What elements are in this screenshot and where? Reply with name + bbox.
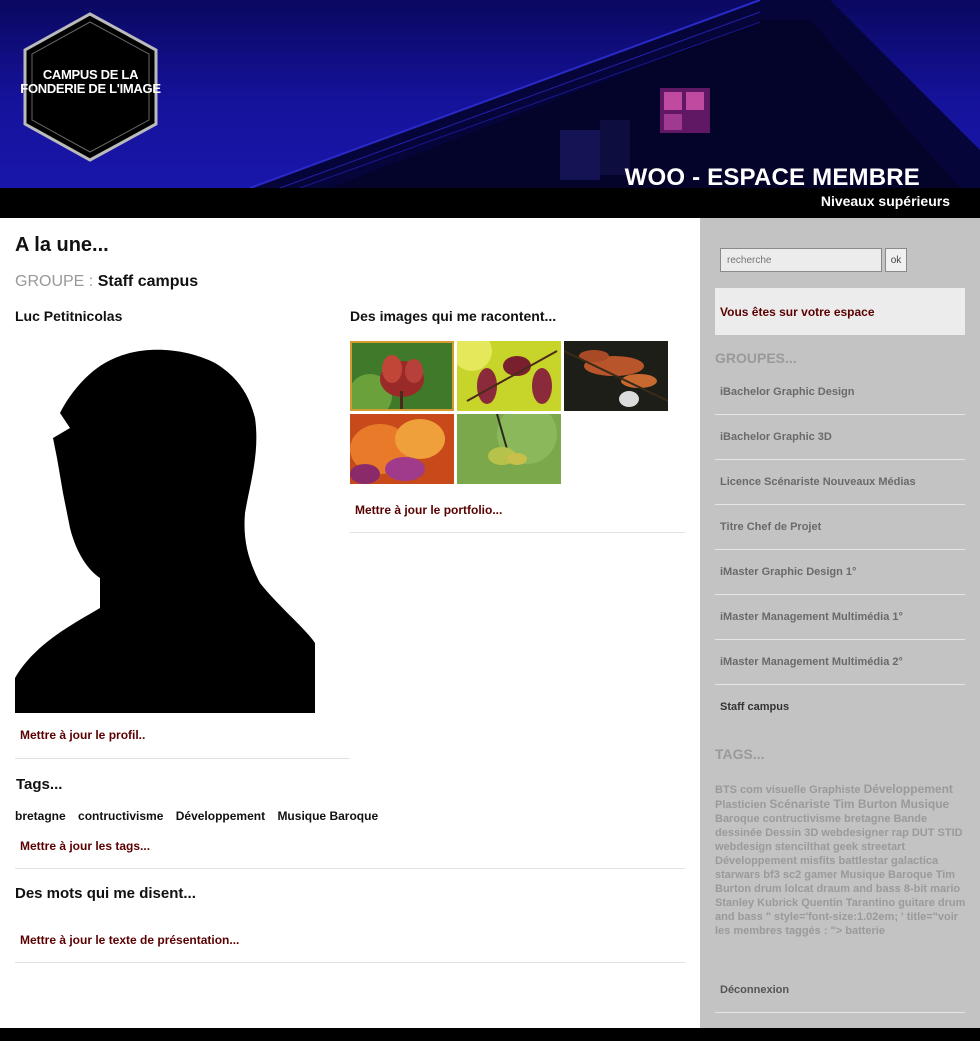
search-input[interactable] (720, 248, 882, 272)
tags-heading: TAGS... (715, 746, 765, 762)
separator (15, 962, 685, 963)
group-label: GROUPE : (15, 273, 94, 290)
separator (15, 758, 350, 759)
portfolio-thumb[interactable] (350, 414, 454, 484)
tag-cloud-segment[interactable]: Plasticien (715, 799, 766, 811)
groups-heading: GROUPES... (715, 350, 797, 366)
sidebar: ok Vous êtes sur votre espace GROUPES...… (700, 218, 980, 1028)
images-title: Des images qui me racontent... (350, 308, 557, 324)
tag-item[interactable]: bretagne (15, 809, 66, 823)
search-button[interactable]: ok (885, 248, 907, 272)
site-header: CAMPUS DE LA FONDERIE DE L'IMAGE WOO - E… (0, 0, 980, 218)
current-space-box: Vous êtes sur votre espace (715, 288, 965, 335)
group-item[interactable]: iMaster Management Multimédia 2° (715, 640, 965, 685)
group-value: Staff campus (97, 273, 199, 290)
group-item-label: iMaster Graphic Design 1° (720, 566, 857, 578)
footer-bar (0, 1028, 980, 1041)
tag-item[interactable]: Développement (176, 809, 265, 823)
group-item-label: iBachelor Graphic Design (720, 386, 855, 398)
group-item-label: Titre Chef de Projet (720, 521, 822, 533)
portfolio-thumb[interactable] (457, 341, 561, 411)
group-item-label: Staff campus (720, 701, 790, 713)
separator (15, 868, 685, 869)
update-portfolio-link[interactable]: Mettre à jour le portfolio... (355, 503, 502, 517)
separator (350, 532, 685, 533)
update-profile-link[interactable]: Mettre à jour le profil.. (20, 728, 145, 742)
group-line: GROUPE : Staff campus (15, 273, 198, 291)
group-item[interactable]: iMaster Management Multimédia 1° (715, 595, 965, 640)
logout-item[interactable]: Déconnexion (715, 968, 965, 1013)
avatar-silhouette (15, 349, 315, 713)
site-subtitle: Niveaux supérieurs (820, 193, 950, 209)
tag-cloud-segment[interactable]: Baroque contructivisme bretagne Bande de… (715, 813, 965, 937)
group-item[interactable]: Licence Scénariste Nouveaux Médias (715, 460, 965, 505)
update-tags-link[interactable]: Mettre à jour les tags... (20, 839, 150, 853)
current-space-text[interactable]: Vous êtes sur votre espace (720, 305, 875, 319)
portfolio-thumb[interactable] (457, 414, 561, 484)
logout-label: Déconnexion (720, 984, 790, 996)
group-item[interactable]: Staff campus (715, 685, 965, 730)
tags-title: Tags... (16, 776, 63, 793)
tag-item[interactable]: Musique Baroque (277, 809, 378, 823)
group-item-label: iBachelor Graphic 3D (720, 431, 832, 443)
logo-line-2: FONDERIE DE L'IMAGE (20, 81, 161, 96)
group-item[interactable]: iBachelor Graphic Design (715, 370, 965, 415)
tag-cloud-segment[interactable]: BTS com visuelle Graphiste (715, 784, 861, 796)
tag-cloud-segment[interactable]: Développement (864, 782, 953, 796)
mots-title: Des mots qui me disent... (15, 885, 196, 902)
tag-item[interactable]: contructivisme (78, 809, 163, 823)
user-name: Luc Petitnicolas (15, 308, 123, 324)
group-item[interactable]: iBachelor Graphic 3D (715, 415, 965, 460)
tags-list: bretagne contructivisme Développement Mu… (15, 809, 387, 823)
logo-line-1: CAMPUS DE LA (42, 67, 139, 82)
profile-column: Luc Petitnicolas Mettre à jour le profil… (15, 308, 350, 742)
site-title: WOO - ESPACE MEMBRE (624, 164, 920, 191)
group-item-label: iMaster Management Multimédia 2° (720, 656, 903, 668)
update-text-link[interactable]: Mettre à jour le texte de présentation..… (20, 933, 239, 947)
group-item-label: iMaster Management Multimédia 1° (720, 611, 903, 623)
page-title: A la une... (15, 234, 109, 256)
main-content: A la une... GROUPE : Staff campus Luc Pe… (0, 218, 700, 1028)
group-item[interactable]: Titre Chef de Projet (715, 505, 965, 550)
group-item[interactable]: iMaster Graphic Design 1° (715, 550, 965, 595)
portfolio-thumb[interactable] (564, 341, 668, 411)
tag-cloud: BTS com visuelle Graphiste Développement… (715, 782, 967, 938)
logo-text: CAMPUS DE LA FONDERIE DE L'IMAGE (18, 68, 163, 96)
portfolio-thumb[interactable] (350, 341, 454, 411)
images-column: Des images qui me racontent... Mettre à … (350, 308, 685, 517)
tag-cloud-segment[interactable]: Scénariste Tim Burton Musique (769, 797, 949, 811)
group-item-label: Licence Scénariste Nouveaux Médias (720, 476, 916, 488)
